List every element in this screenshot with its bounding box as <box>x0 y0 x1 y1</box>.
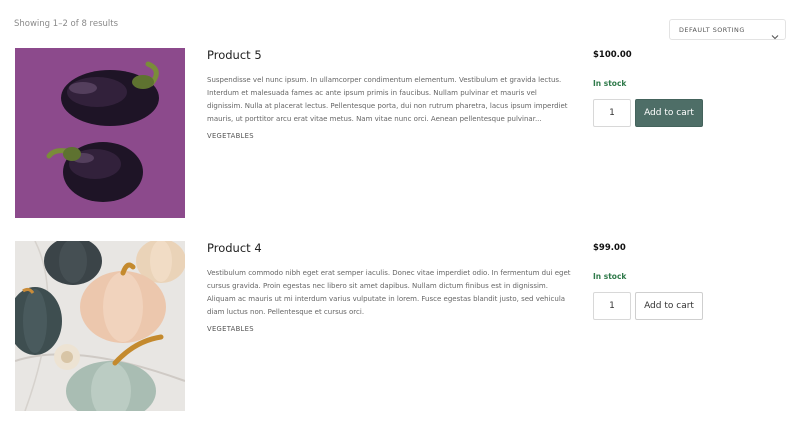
sorting-selected-label: DEFAULT SORTING <box>679 25 745 34</box>
product-category[interactable]: VEGETABLES <box>207 325 254 333</box>
add-to-cart-button[interactable]: Add to cart <box>635 99 703 127</box>
results-count: Showing 1–2 of 8 results <box>14 19 119 29</box>
product-image[interactable] <box>15 241 185 411</box>
add-to-cart-button[interactable]: Add to cart <box>635 292 703 320</box>
product-description: Suspendisse vel nunc ipsum. In ullamcorp… <box>207 76 568 123</box>
quantity-input[interactable]: 1 <box>593 292 631 320</box>
product-description: Vestibulum commodo nibh eget erat semper… <box>207 269 571 316</box>
stock-status: In stock <box>593 79 627 88</box>
product-price: $100.00 <box>593 50 632 60</box>
product-item: Product 4 Vestibulum commodo nibh eget e… <box>15 241 786 411</box>
product-price: $99.00 <box>593 243 626 253</box>
product-item: Product 5 Suspendisse vel nunc ipsum. In… <box>15 48 786 218</box>
quantity-input[interactable]: 1 <box>593 99 631 127</box>
product-category[interactable]: VEGETABLES <box>207 132 254 140</box>
sorting-select[interactable]: DEFAULT SORTING <box>669 19 786 40</box>
product-title[interactable]: Product 4 <box>207 241 262 255</box>
product-title[interactable]: Product 5 <box>207 48 262 62</box>
chevron-down-icon <box>771 26 779 39</box>
product-image[interactable] <box>15 48 185 218</box>
stock-status: In stock <box>593 272 627 281</box>
